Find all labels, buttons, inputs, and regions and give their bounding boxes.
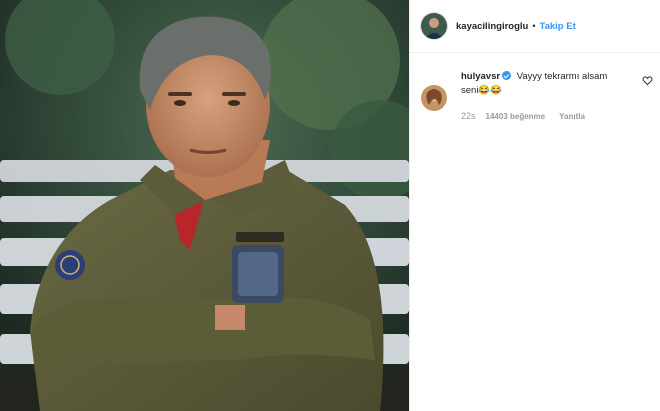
heart-icon[interactable] xyxy=(642,75,653,86)
comment-body: hulyavsr Vayyy tekrarmı alsam seni😂😂 xyxy=(461,70,626,98)
follow-button[interactable]: Takip Et xyxy=(539,21,575,32)
reply-button[interactable]: Yanıtla xyxy=(559,112,585,121)
portrait-photo-icon xyxy=(0,0,409,411)
separator-dot: • xyxy=(532,21,536,31)
author-username[interactable]: kayacilingiroglu xyxy=(456,21,528,32)
author-avatar[interactable] xyxy=(421,13,447,39)
author-avatar-icon xyxy=(421,13,447,39)
commenter-avatar-icon xyxy=(421,85,447,111)
verified-badge-icon xyxy=(502,71,512,80)
post-image[interactable] xyxy=(0,0,409,411)
commenter-avatar[interactable] xyxy=(421,85,447,111)
post-side-panel: kayacilingiroglu • Takip Et hulyavsr Vay… xyxy=(410,0,660,411)
comment-time: 22s xyxy=(461,111,476,121)
comment-likes[interactable]: 14403 beğenme xyxy=(486,112,546,121)
commenter-username[interactable]: hulyavsr xyxy=(461,71,500,82)
post-header: kayacilingiroglu • Takip Et xyxy=(410,0,660,53)
comment-meta: 22s 14403 beğenme Yanıtla xyxy=(461,111,585,121)
